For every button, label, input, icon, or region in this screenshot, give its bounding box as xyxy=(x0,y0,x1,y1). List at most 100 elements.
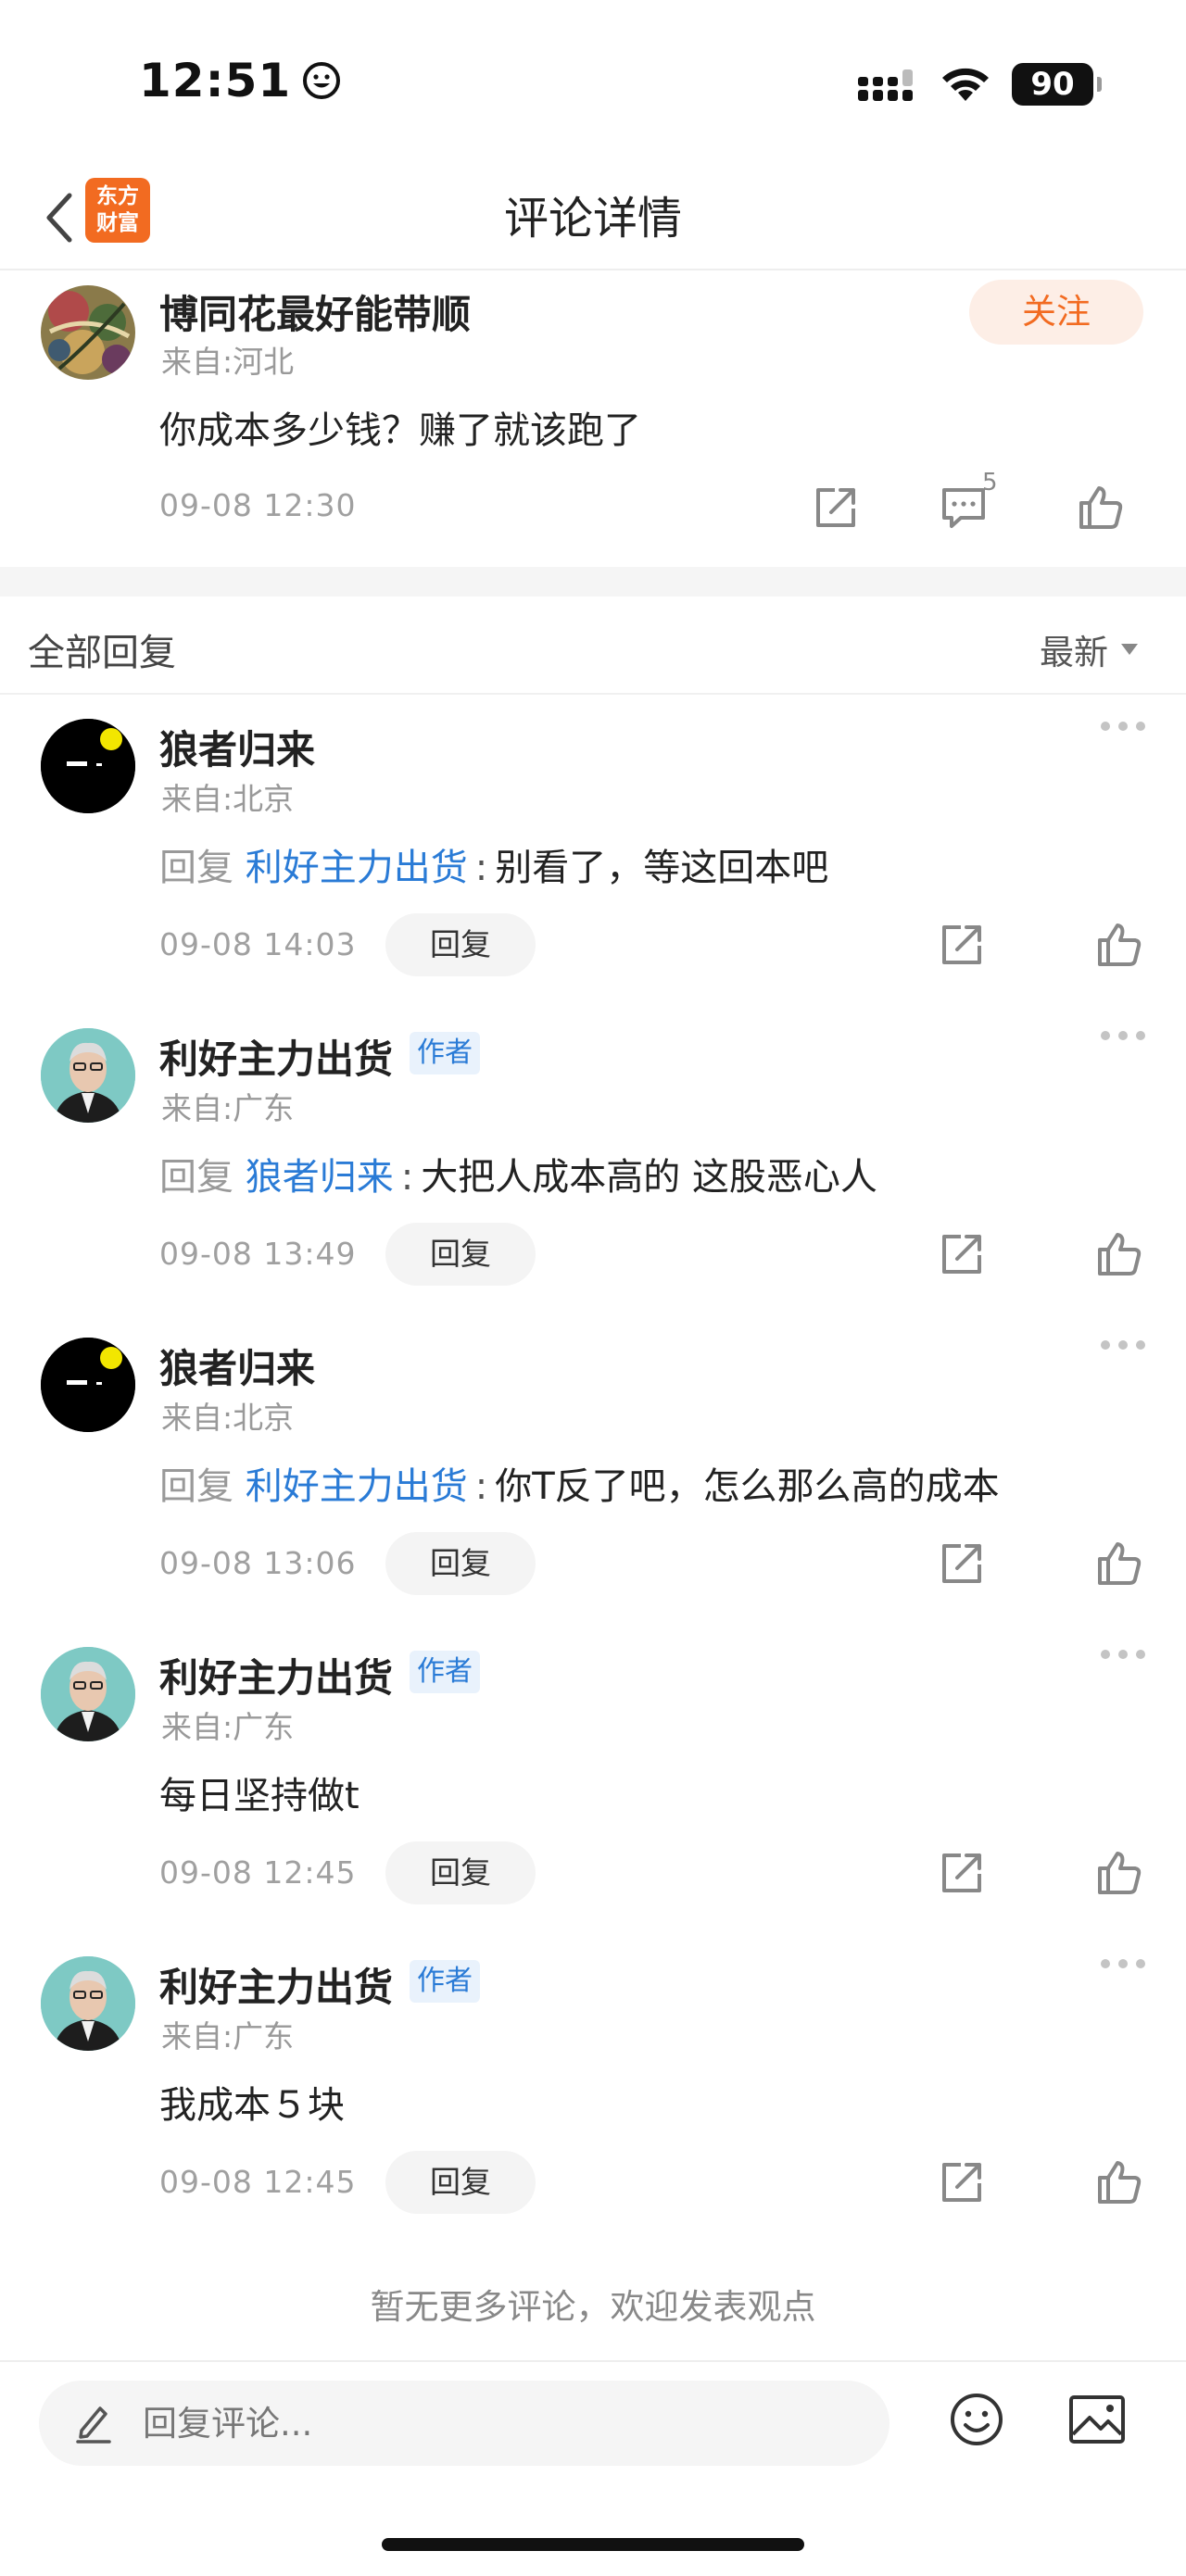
reply-content: 回复 狼者归来: 大把人成本高的 这股恶心人 xyxy=(159,1147,877,1200)
more-options-button[interactable] xyxy=(1101,1954,1145,1973)
like-button[interactable] xyxy=(1091,1536,1147,1591)
reply-target-link[interactable]: 狼者归来 xyxy=(246,1156,394,1199)
image-icon[interactable] xyxy=(1067,2392,1127,2447)
avatar-portrait-image xyxy=(41,1956,135,2051)
more-options-button[interactable] xyxy=(1101,717,1145,735)
caret-down-icon xyxy=(1121,644,1138,655)
reply-username[interactable]: 狼者归来 xyxy=(159,1338,315,1394)
reply-content: 回复 利好主力出货: 你T反了吧，怎么那么高的成本 xyxy=(159,1456,1000,1510)
back-button[interactable] xyxy=(35,185,82,250)
reply-location: 来自:广东 xyxy=(161,1709,295,1745)
share-icon xyxy=(942,2163,981,2202)
author-tag: 作者 xyxy=(410,1651,480,1693)
replies-header: 全部回复 最新 xyxy=(0,597,1186,695)
reply-input[interactable] xyxy=(143,2395,847,2451)
emoji-icon[interactable] xyxy=(947,2390,1006,2449)
share-icon xyxy=(942,1235,981,1274)
like-button[interactable] xyxy=(1091,917,1147,973)
avatar[interactable] xyxy=(41,1956,135,2051)
replies-title: 全部回复 xyxy=(28,632,176,674)
avatar[interactable] xyxy=(41,1338,135,1432)
reply-username[interactable]: 利好主力出货 xyxy=(159,1028,393,1085)
reply-colon: : xyxy=(400,1156,414,1199)
reply-input-box[interactable] xyxy=(39,2381,890,2466)
reply-button[interactable]: 回复 xyxy=(385,2151,536,2214)
status-indicators: 90 xyxy=(858,63,1102,106)
reply-colon: : xyxy=(474,847,488,889)
reply-username[interactable]: 利好主力出货 xyxy=(159,1647,393,1703)
share-button[interactable] xyxy=(934,917,990,973)
reply-item: 利好主力出货 作者 来自:广东 我成本５块 09-08 12:45 回复 xyxy=(0,1932,1186,2242)
reply-location: 来自:广东 xyxy=(161,1090,295,1126)
status-bar: 12:51 90 xyxy=(0,0,1186,167)
reply-item: 利好主力出货 作者 来自:广东 回复 狼者归来: 大把人成本高的 这股恶心人 09… xyxy=(0,1004,1186,1313)
more-options-button[interactable] xyxy=(1101,1336,1145,1354)
reply-timestamp: 09-08 12:45 xyxy=(159,1854,357,1891)
reply-text: 你T反了吧，怎么那么高的成本 xyxy=(495,1465,1000,1508)
comment-timestamp: 09-08 12:30 xyxy=(159,487,357,523)
reply-timestamp: 09-08 12:45 xyxy=(159,2164,357,2200)
comment-count: 5 xyxy=(982,469,998,496)
thumbs-up-icon xyxy=(1098,1233,1142,1275)
like-button[interactable] xyxy=(1091,1845,1147,1901)
share-button[interactable] xyxy=(934,1226,990,1282)
avatar[interactable] xyxy=(41,1647,135,1741)
pencil-icon xyxy=(76,2406,111,2444)
reply-button[interactable]: 回复 xyxy=(385,1841,536,1904)
reply-text: 大把人成本高的 这股恶心人 xyxy=(421,1156,877,1199)
comment-location: 来自:河北 xyxy=(161,344,295,380)
more-options-button[interactable] xyxy=(1101,1026,1145,1045)
reply-button[interactable]: 回复 xyxy=(385,1532,536,1595)
status-time-text: 12:51 xyxy=(139,54,292,107)
more-options-button[interactable] xyxy=(1101,1645,1145,1664)
avatar-portrait-image xyxy=(41,1647,135,1741)
logo-line-1: 东方 xyxy=(96,184,139,208)
reply-target-link[interactable]: 利好主力出货 xyxy=(246,1465,468,1508)
avatar[interactable] xyxy=(41,1028,135,1123)
share-button[interactable] xyxy=(934,2155,990,2210)
follow-button[interactable]: 关注 xyxy=(969,280,1143,345)
reply-button[interactable]: 回复 xyxy=(385,1223,536,1286)
share-button[interactable] xyxy=(934,1845,990,1901)
share-button[interactable] xyxy=(934,1536,990,1591)
avatar[interactable] xyxy=(41,719,135,813)
share-icon xyxy=(942,1544,981,1583)
comment-username[interactable]: 博同花最好能带顺 xyxy=(159,283,471,340)
battery-indicator: 90 xyxy=(1012,63,1102,106)
main-comment: 博同花最好能带顺 来自:河北 关注 你成本多少钱？赚了就该跑了 09-08 12… xyxy=(0,272,1186,567)
chevron-left-icon xyxy=(46,193,72,243)
reply-button[interactable]: 回复 xyxy=(385,913,536,976)
reply-text: 别看了，等这回本吧 xyxy=(495,847,829,889)
like-button[interactable] xyxy=(1091,2155,1147,2210)
no-more-comments: 暂无更多评论，欢迎发表观点 xyxy=(370,2287,816,2327)
reply-target-link[interactable]: 利好主力出货 xyxy=(246,847,468,889)
reply-text: 每日坚持做t xyxy=(159,1775,360,1817)
reply-location: 来自:广东 xyxy=(161,2018,295,2055)
reply-colon: : xyxy=(474,1465,488,1508)
logo-line-2: 财富 xyxy=(96,211,139,235)
comment-text: 你成本多少钱？赚了就该跑了 xyxy=(159,409,641,452)
reply-item: 利好主力出货 作者 来自:广东 每日坚持做t 09-08 12:45 回复 xyxy=(0,1623,1186,1932)
reply-username[interactable]: 狼者归来 xyxy=(159,719,315,775)
reply-username[interactable]: 利好主力出货 xyxy=(159,1956,393,2013)
focus-smiley-icon xyxy=(303,62,341,99)
share-button[interactable] xyxy=(808,480,864,535)
reply-location: 来自:北京 xyxy=(161,1400,295,1436)
section-divider xyxy=(0,567,1186,597)
status-time: 12:51 xyxy=(139,54,341,107)
avatar-black-image xyxy=(41,719,135,813)
reply-content: 回复 利好主力出货: 别看了，等这回本吧 xyxy=(159,837,828,891)
page-title: 评论详情 xyxy=(503,193,682,245)
avatar-floral-image xyxy=(41,285,135,380)
avatar[interactable] xyxy=(41,285,135,380)
like-button[interactable] xyxy=(1091,1226,1147,1282)
reply-timestamp: 09-08 13:06 xyxy=(159,1545,357,1581)
thumbs-up-icon xyxy=(1098,2161,1142,2204)
signal-icon xyxy=(858,69,913,101)
like-button[interactable] xyxy=(1073,480,1129,535)
reply-prefix: 回复 xyxy=(159,1156,233,1199)
wifi-icon xyxy=(942,68,989,101)
share-icon xyxy=(942,1853,981,1892)
sort-select[interactable]: 最新 xyxy=(1040,624,1138,674)
reply-item: 狼者归来 来自:北京 回复 利好主力出货: 你T反了吧，怎么那么高的成本 09-0… xyxy=(0,1313,1186,1623)
